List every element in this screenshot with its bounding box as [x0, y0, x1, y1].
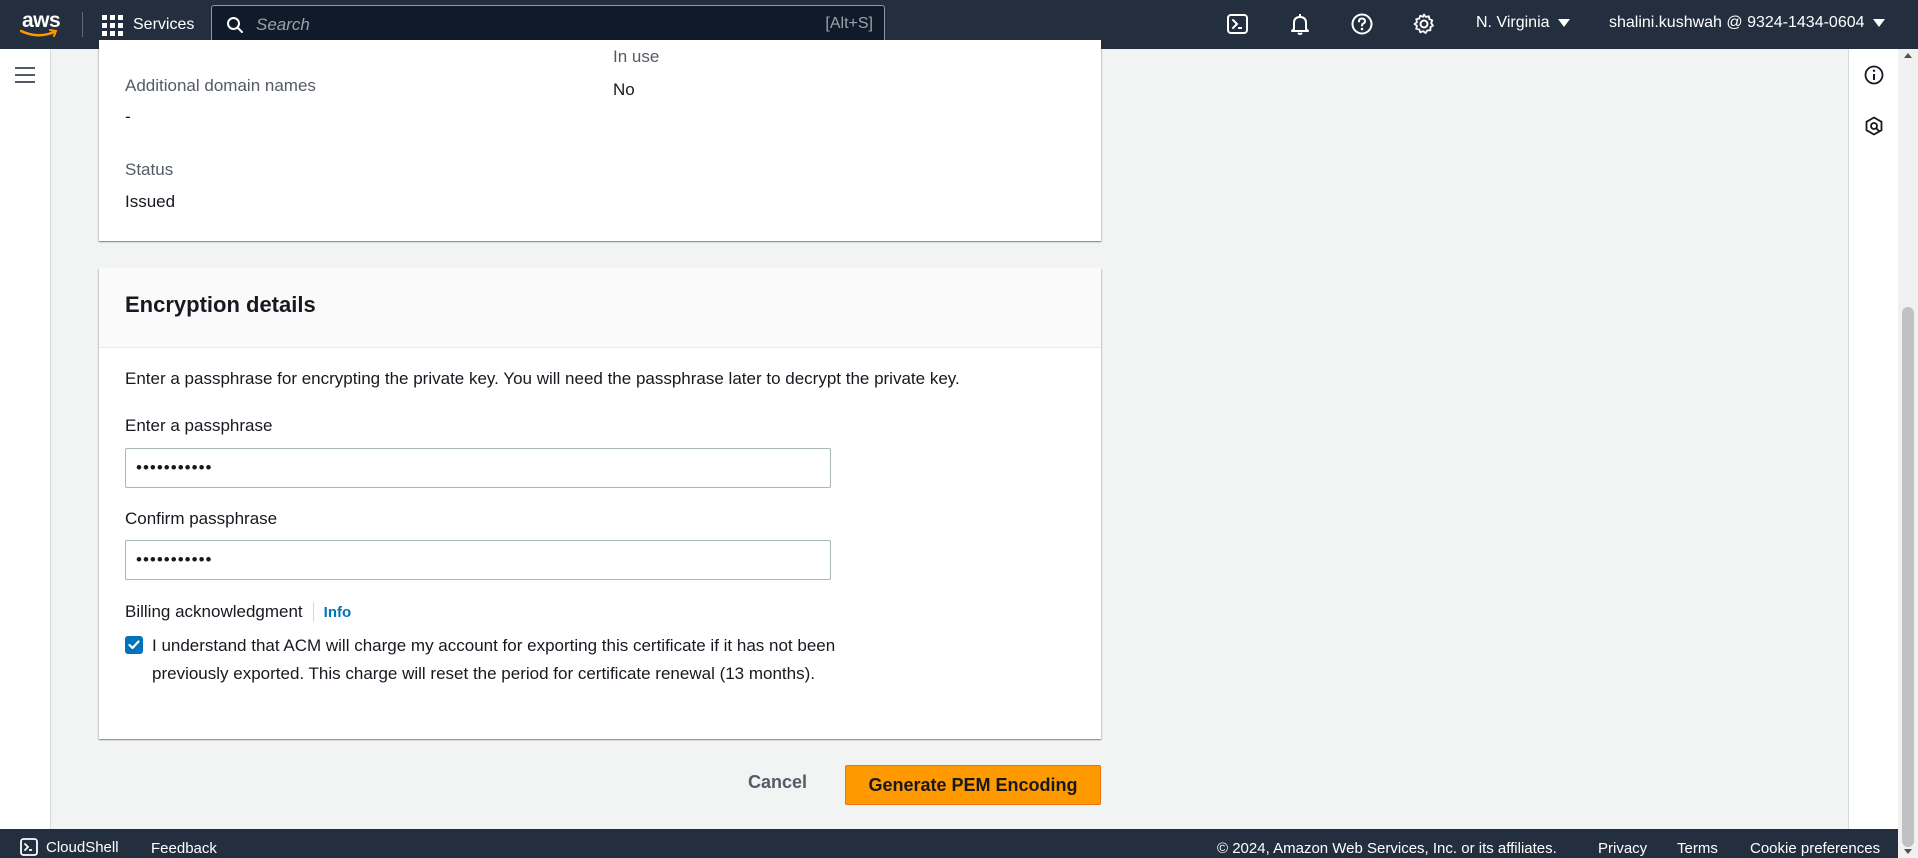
account-menu[interactable]: shalini.kushwah @ 9324-1434-0604: [1609, 14, 1885, 32]
search-placeholder: Search: [256, 15, 310, 34]
checkmark-icon: [128, 640, 140, 650]
generate-pem-button[interactable]: Generate PEM Encoding: [845, 765, 1101, 805]
panel-title: Encryption details: [125, 292, 316, 317]
left-navigation-rail: [0, 49, 51, 829]
in-use-value: No: [613, 80, 635, 99]
passphrase-label: Enter a passphrase: [125, 416, 273, 435]
right-tools-rail: [1848, 49, 1899, 829]
settings-icon[interactable]: [1412, 12, 1436, 36]
cloudshell-icon: [20, 838, 38, 856]
confirm-passphrase-label: Confirm passphrase: [125, 509, 278, 528]
billing-label: Billing acknowledgment: [125, 602, 303, 621]
info-icon[interactable]: [1864, 65, 1884, 85]
security-shield-icon[interactable]: [1864, 116, 1884, 136]
services-menu-button[interactable]: Services: [102, 12, 194, 38]
region-label: N. Virginia: [1476, 14, 1550, 31]
passphrase-input[interactable]: •••••••••••: [125, 448, 831, 488]
billing-ack-text[interactable]: I understand that ACM will charge my acc…: [152, 632, 852, 687]
services-label: Services: [133, 16, 195, 33]
terms-link[interactable]: Terms: [1677, 840, 1718, 857]
aws-smile-icon: [20, 29, 58, 37]
billing-ack-checkbox[interactable]: [125, 636, 143, 654]
additional-domains-label: Additional domain names: [125, 76, 316, 95]
search-input[interactable]: Search [Alt+S]: [211, 5, 885, 42]
search-shortcut: [Alt+S]: [825, 15, 873, 32]
cookie-preferences-link[interactable]: Cookie preferences: [1750, 840, 1880, 857]
cancel-button[interactable]: Cancel: [748, 772, 807, 793]
scroll-up-arrow-icon[interactable]: [1904, 53, 1912, 58]
account-label: shalini.kushwah @ 9324-1434-0604: [1609, 14, 1865, 31]
feedback-link[interactable]: Feedback: [151, 840, 217, 857]
menu-icon[interactable]: [15, 67, 35, 88]
additional-domains-value: -: [125, 107, 131, 126]
help-icon[interactable]: [1350, 12, 1374, 36]
panel-header: Encryption details: [99, 268, 1101, 348]
region-selector[interactable]: N. Virginia: [1476, 14, 1570, 32]
billing-acknowledgment-heading: Billing acknowledgment Info: [125, 602, 351, 622]
status-label: Status: [125, 160, 174, 179]
confirm-passphrase-input[interactable]: •••••••••••: [125, 540, 831, 580]
page-scrollbar[interactable]: [1898, 49, 1918, 858]
encryption-description: Enter a passphrase for encrypting the pr…: [125, 369, 960, 388]
aws-logo[interactable]: aws: [20, 8, 64, 40]
status-value: Issued: [125, 192, 176, 211]
console-footer: CloudShell Feedback © 2024, Amazon Web S…: [0, 829, 1898, 858]
scroll-down-arrow-icon[interactable]: [1904, 849, 1912, 854]
info-link[interactable]: Info: [324, 604, 352, 621]
caret-down-icon: [1557, 19, 1570, 27]
divider: [312, 602, 314, 622]
cloudshell-label: CloudShell: [46, 838, 119, 856]
grid-icon: [102, 14, 123, 36]
certificate-details-panel: In use No Additional domain names - Stat…: [99, 40, 1101, 241]
search-icon: [227, 17, 243, 33]
nav-divider: [82, 12, 83, 37]
encryption-details-panel: Encryption details Enter a passphrase fo…: [99, 268, 1101, 739]
cloudshell-icon[interactable]: [1226, 12, 1250, 36]
caret-down-icon: [1872, 19, 1885, 27]
in-use-label: In use: [613, 47, 660, 66]
copyright-text: © 2024, Amazon Web Services, Inc. or its…: [1217, 840, 1557, 857]
scrollbar-thumb[interactable]: [1902, 307, 1914, 847]
privacy-link[interactable]: Privacy: [1598, 840, 1647, 857]
cloudshell-button[interactable]: CloudShell: [20, 838, 119, 856]
bell-icon[interactable]: [1288, 12, 1312, 36]
